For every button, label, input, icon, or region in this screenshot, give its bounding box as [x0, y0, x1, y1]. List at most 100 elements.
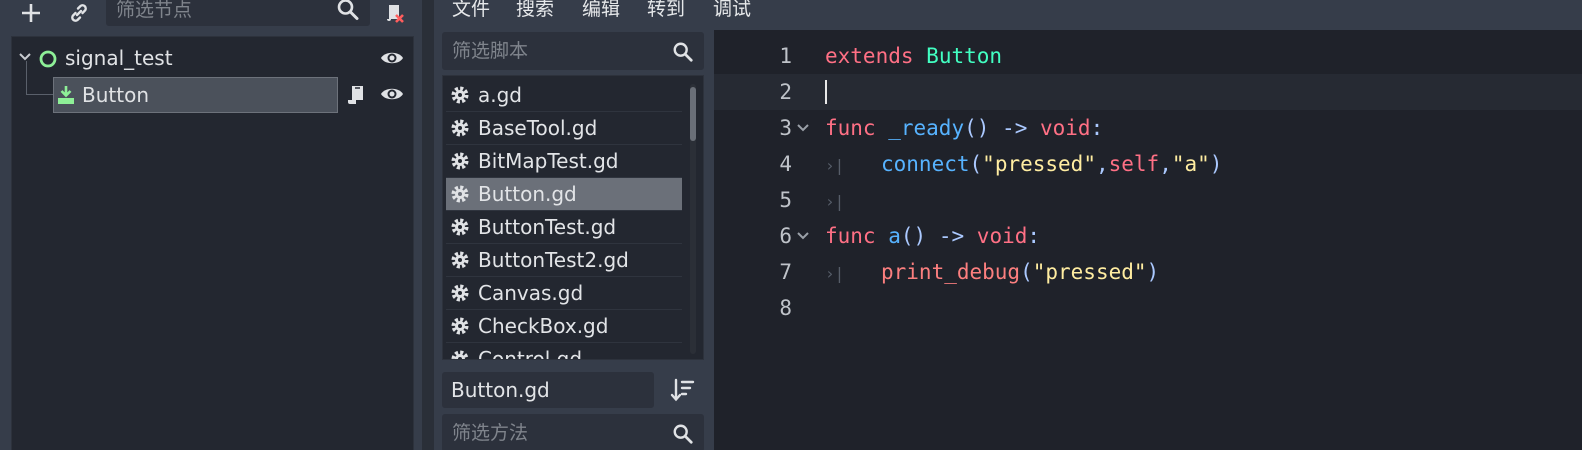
tab-indent-icon: ›|: [825, 264, 845, 283]
gear-icon: [451, 152, 469, 170]
function-name-token: a: [888, 224, 901, 248]
search-icon: [673, 424, 693, 444]
instance-scene-button[interactable]: [64, 0, 94, 26]
clear-script-icon: [387, 5, 404, 23]
script-item[interactable]: CheckBox.gd: [446, 310, 682, 343]
tree-item-button[interactable]: Button: [12, 61, 413, 113]
code-line[interactable]: 4 ›| connect("pressed",self,"a"): [714, 146, 1582, 182]
keyword-token: func: [825, 116, 876, 140]
string-token: "a": [1171, 152, 1210, 176]
tree-item-label: signal_test: [65, 46, 173, 70]
code-text: ›| print_debug("pressed"): [825, 254, 1159, 292]
script-icon[interactable]: [345, 84, 367, 106]
gear-icon: [451, 317, 469, 335]
keyword-token: self: [1108, 152, 1160, 176]
gear-icon: [451, 119, 469, 137]
script-item[interactable]: Canvas.gd: [446, 277, 682, 310]
line-number: 8: [779, 296, 792, 320]
symbol-token: ->: [938, 224, 965, 248]
line-number: 7: [779, 260, 792, 284]
keyword-token: void: [976, 224, 1028, 248]
dock-separator[interactable]: [422, 0, 434, 450]
code-line[interactable]: 3 func _ready() -> void:: [714, 110, 1582, 146]
button-node-icon: [58, 86, 74, 104]
script-filter-input[interactable]: [452, 32, 662, 70]
symbol-token: (): [964, 116, 990, 140]
line-number: 3: [779, 116, 792, 140]
node-filter-field[interactable]: [106, 0, 370, 26]
symbol-token: (: [1020, 260, 1033, 284]
script-item-selected[interactable]: Button.gd: [446, 178, 682, 211]
symbol-token: (: [969, 152, 983, 176]
code-line[interactable]: 6 func a() -> void:: [714, 218, 1582, 254]
code-line[interactable]: 8: [714, 290, 1582, 326]
sort-methods-button[interactable]: [668, 376, 696, 404]
current-script-label: Button.gd: [451, 378, 550, 402]
tree-guide-line: [26, 61, 54, 95]
menu-goto[interactable]: 转到: [647, 0, 685, 23]
method-filter-input[interactable]: [452, 414, 662, 450]
tab-indent-icon: ›|: [825, 156, 845, 175]
gear-icon: [451, 218, 469, 236]
code-line[interactable]: 7 ›| print_debug("pressed"): [714, 254, 1582, 290]
script-item[interactable]: BitMapTest.gd: [446, 145, 682, 178]
method-filter-field[interactable]: [442, 414, 704, 450]
symbol-token: ): [1209, 152, 1223, 176]
gear-icon: [451, 86, 469, 104]
symbol-token: ,: [1095, 152, 1109, 176]
script-item[interactable]: ButtonTest.gd: [446, 211, 682, 244]
script-name: ButtonTest2.gd: [478, 248, 629, 272]
script-name: BaseTool.gd: [478, 116, 598, 140]
string-token: "pressed": [982, 152, 1096, 176]
code-editor[interactable]: 1 extends Button 2 3 func _ready() -> vo…: [714, 30, 1582, 450]
symbol-token: ): [1146, 260, 1160, 284]
gear-icon: [451, 350, 469, 359]
menu-edit[interactable]: 编辑: [582, 0, 620, 23]
keyword-token: extends: [825, 44, 914, 68]
visibility-icon[interactable]: [380, 49, 404, 67]
symbol-token: ->: [1002, 116, 1028, 140]
tree-item-label: Button: [82, 83, 149, 107]
link-icon: [71, 4, 87, 22]
visibility-icon[interactable]: [380, 85, 404, 103]
code-line[interactable]: 1 extends Button: [714, 38, 1582, 74]
script-item[interactable]: ButtonTest2.gd: [446, 244, 682, 277]
fold-icon[interactable]: [796, 230, 810, 242]
detach-script-button[interactable]: [380, 0, 410, 26]
current-script-name: Button.gd: [442, 372, 654, 408]
script-list: a.gd BaseTool.gd BitMapTest.gd Button.gd…: [442, 75, 704, 360]
add-node-button[interactable]: [16, 0, 46, 26]
builtin-call-token: print_debug: [881, 260, 1021, 284]
fold-icon[interactable]: [796, 122, 810, 134]
code-text: func _ready() -> void:: [825, 110, 1103, 146]
script-name: Canvas.gd: [478, 281, 584, 305]
script-item[interactable]: BaseTool.gd: [446, 112, 682, 145]
script-item[interactable]: a.gd: [446, 79, 682, 112]
script-name: BitMapTest.gd: [478, 149, 619, 173]
line-number: 5: [779, 188, 792, 212]
script-name: a.gd: [478, 83, 523, 107]
code-line[interactable]: 5 ›|: [714, 182, 1582, 218]
add-icon: [22, 4, 40, 22]
scrollbar-thumb[interactable]: [690, 87, 696, 141]
menu-debug[interactable]: 调试: [713, 0, 751, 23]
script-list-panel: a.gd BaseTool.gd BitMapTest.gd Button.gd…: [434, 30, 714, 450]
code-text: ›|: [825, 182, 881, 220]
line-number: 4: [779, 152, 792, 176]
function-name-token: _ready: [888, 116, 965, 140]
string-token: "pressed": [1032, 260, 1147, 284]
node-filter-input[interactable]: [116, 0, 326, 24]
code-text: ›| connect("pressed",self,"a"): [825, 146, 1222, 184]
script-list-scrollbar[interactable]: [690, 84, 696, 354]
code-text: extends Button: [825, 38, 1002, 74]
search-icon: [673, 42, 693, 62]
script-name: ButtonTest.gd: [478, 215, 617, 239]
menu-search[interactable]: 搜索: [516, 0, 554, 23]
script-filter-field[interactable]: [442, 32, 704, 70]
script-item[interactable]: Control.gd: [446, 343, 682, 359]
tree-item-root[interactable]: signal_test: [12, 41, 413, 75]
menu-file[interactable]: 文件: [452, 0, 490, 23]
scene-dock: signal_test Button: [0, 0, 422, 450]
line-number: 6: [779, 224, 792, 248]
code-line-current[interactable]: 2: [714, 74, 1582, 110]
